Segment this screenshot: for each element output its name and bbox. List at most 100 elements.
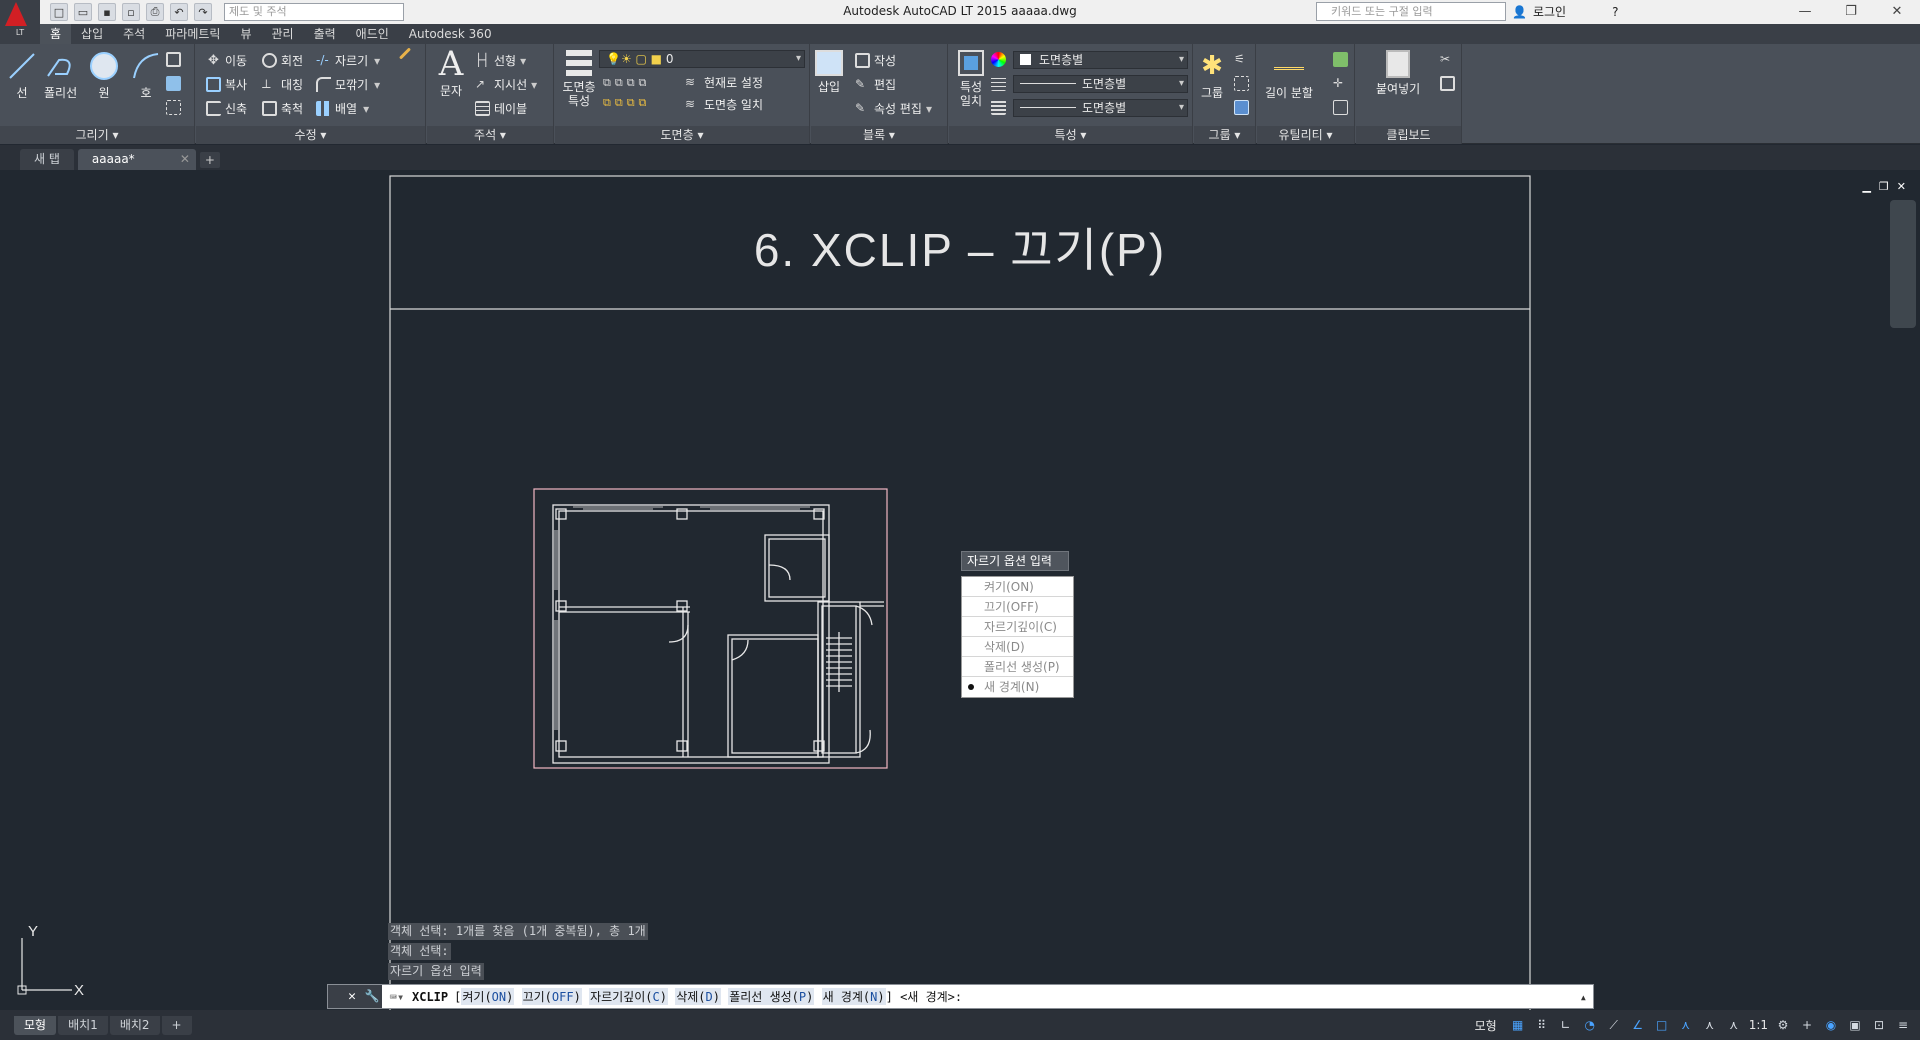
fillet-tool[interactable]: 모깎기 ▾ [316,76,380,93]
isolate-objects-icon[interactable]: ◉ [1822,1016,1840,1034]
circle-tool[interactable]: 원 [88,50,120,100]
make-current-tool[interactable]: ≋ 현재로 설정 [685,74,763,91]
copy-tool[interactable]: 복사 [206,76,247,93]
floor-plan-xref[interactable] [552,504,884,764]
drawing-viewport[interactable]: 6. XCLIP – 끄기(P) ▁ ❐ ✕ 자르기 옵션 입력 켜기(ON) … [0,170,1920,1010]
point-tool[interactable]: ✛ [1333,76,1352,91]
leader-tool[interactable]: ↗ 지시선 ▾ [475,76,537,93]
group-edit-tool[interactable] [1234,76,1253,91]
color-wheel-tool[interactable] [991,52,1010,67]
linetype-tool[interactable] [991,76,1010,91]
polyline-tool[interactable]: 폴리선 [44,50,77,100]
lineweight-dropdown[interactable]: 도면층별 [1013,99,1188,117]
linear-dim-tool[interactable]: ├┤ 선형 ▾ [475,52,526,69]
clipboard-panel-title[interactable]: 클립보드 [1356,126,1461,144]
model-space-button[interactable]: 모형 [1469,1017,1503,1034]
ribbon-tab-parametric[interactable]: 파라메트릭 [155,24,230,44]
add-layout-button[interactable]: + [161,1015,192,1035]
clip-option-delete[interactable]: 삭제(D) [962,637,1073,657]
layout-tab-model[interactable]: 모형 [14,1015,57,1035]
measure-tool[interactable]: 길이 분할 [1265,50,1313,100]
rotate-tool[interactable]: 회전 [262,52,303,69]
cmd-option-polyline[interactable]: 폴리선 생성(P) [728,988,815,1005]
ribbon-tab-output[interactable]: 출력 [304,24,346,44]
layers-panel-title[interactable]: 도면층 ▾ [555,126,809,144]
save-as-icon[interactable]: ▫ [122,3,140,21]
scale-tool[interactable]: 축척 [262,100,303,117]
lineweight-tool[interactable] [991,100,1010,115]
layer-properties-tool[interactable]: 도면층 특성 [557,50,601,108]
text-tool[interactable]: A 문자 [435,47,467,98]
ribbon-tab-a360[interactable]: Autodesk 360 [399,24,502,44]
command-line[interactable]: ✕ 🔧 ⌨▾ XCLIP [ 켜기(ON) 끄기(OFF) 자르기깊이(C) 삭… [327,984,1594,1009]
snap-icon[interactable]: ⠿ [1533,1016,1551,1034]
clip-option-depth[interactable]: 자르기깊이(C) [962,617,1073,637]
annotation-visibility-icon[interactable]: ⋏ [1677,1016,1695,1034]
isodraft-icon[interactable]: ⟋ [1605,1016,1623,1034]
layout-tab-layout1[interactable]: 배치1 [58,1015,108,1035]
close-icon[interactable]: ✕ [1874,0,1920,24]
table-tool[interactable]: 테이블 [475,100,527,117]
polar-icon[interactable]: ◔ [1581,1016,1599,1034]
ribbon-tab-home[interactable]: 홈 [40,24,72,44]
linetype-dropdown[interactable]: 도면층별 [1013,75,1188,93]
modify-panel-title[interactable]: 수정 ▾ [196,126,425,144]
cmd-option-depth[interactable]: 자르기깊이(C) [589,988,668,1005]
annotation-panel-title[interactable]: 주석 ▾ [427,126,553,144]
file-tab-new[interactable]: 새 탭 [20,149,74,170]
command-customize-icon[interactable]: 🔧 [362,985,382,1008]
array-tool[interactable]: 배열 ▾ [316,100,369,117]
region-tool[interactable] [166,100,185,115]
erase-tool[interactable] [398,47,416,60]
cmd-option-on[interactable]: 켜기(ON) [461,988,515,1005]
stretch-tool[interactable]: 신축 [206,100,247,117]
mirror-tool[interactable]: ⟂ 대칭 [262,76,303,93]
help-icon[interactable]: ? [1612,5,1618,19]
copy-clip-tool[interactable] [1440,76,1459,91]
cmd-option-new-boundary[interactable]: 새 경계(N) [821,988,886,1005]
clip-option-polyline[interactable]: 폴리선 생성(P) [962,657,1073,677]
ribbon-tab-annotate[interactable]: 주석 [113,24,155,44]
arc-tool[interactable]: 호 [130,50,162,100]
cut-tool[interactable]: ✂ [1440,52,1459,67]
clip-option-off[interactable]: 끄기(OFF) [962,597,1073,617]
create-block-tool[interactable]: 작성 [855,52,896,69]
trim-tool[interactable]: -/- 자르기 ▾ [316,52,380,69]
new-file-icon[interactable]: □ [50,3,68,21]
print-icon[interactable]: ⎙ [146,3,164,21]
block-panel-title[interactable]: 블록 ▾ [811,126,947,144]
cmd-option-delete[interactable]: 삭제(D) [675,988,721,1005]
groups-panel-title[interactable]: 그룹 ▾ [1194,126,1255,144]
annotation-monitor-icon[interactable]: + [1798,1016,1816,1034]
insert-block-tool[interactable]: 삽입 [815,50,843,94]
annotation-scale-value[interactable]: 1:1 [1749,1018,1768,1032]
utilities-panel-title[interactable]: 유틸리티 ▾ [1257,126,1354,144]
redo-icon[interactable]: ↷ [194,3,212,21]
grid-icon[interactable]: ▦ [1509,1016,1527,1034]
ungroup-tool[interactable]: ⚟ [1234,52,1253,67]
edit-block-tool[interactable]: ✎ 편집 [855,76,896,93]
viewport-restore-icon[interactable]: ❐ [1879,180,1889,193]
save-icon[interactable]: ▪ [98,3,116,21]
ortho-icon[interactable]: ∟ [1557,1016,1575,1034]
object-snap-icon[interactable]: □ [1653,1016,1671,1034]
clip-option-new-boundary[interactable]: 새 경계(N) [962,677,1073,697]
color-dropdown[interactable]: 도면층별 [1013,51,1188,69]
annotation-scale-icon[interactable]: ⋏ [1725,1016,1743,1034]
clean-screen-icon[interactable]: ⊡ [1870,1016,1888,1034]
calculator-tool[interactable] [1333,100,1352,115]
properties-panel-title[interactable]: 특성 ▾ [949,126,1192,144]
group-select-tool[interactable] [1234,100,1253,115]
move-tool[interactable]: ✥ 이동 [206,52,247,69]
add-tab-button[interactable]: + [199,152,220,168]
cmd-option-off[interactable]: 끄기(OFF) [521,988,582,1005]
viewport-close-icon[interactable]: ✕ [1897,180,1906,193]
workspace-gear-icon[interactable]: ⚙ [1774,1016,1792,1034]
minimize-icon[interactable]: — [1782,0,1828,24]
command-history-toggle-icon[interactable]: ▴ [1580,990,1587,1004]
ribbon-tab-view[interactable]: 뷰 [230,24,261,44]
draw-panel-title[interactable]: 그리기 ▾ [0,126,194,144]
command-line-grip-icon[interactable] [328,985,342,1008]
drawing-canvas[interactable]: 6. XCLIP – 끄기(P) [0,170,1920,1010]
layer-dropdown[interactable]: 💡☀ ▢ ■ 0 [599,50,805,68]
